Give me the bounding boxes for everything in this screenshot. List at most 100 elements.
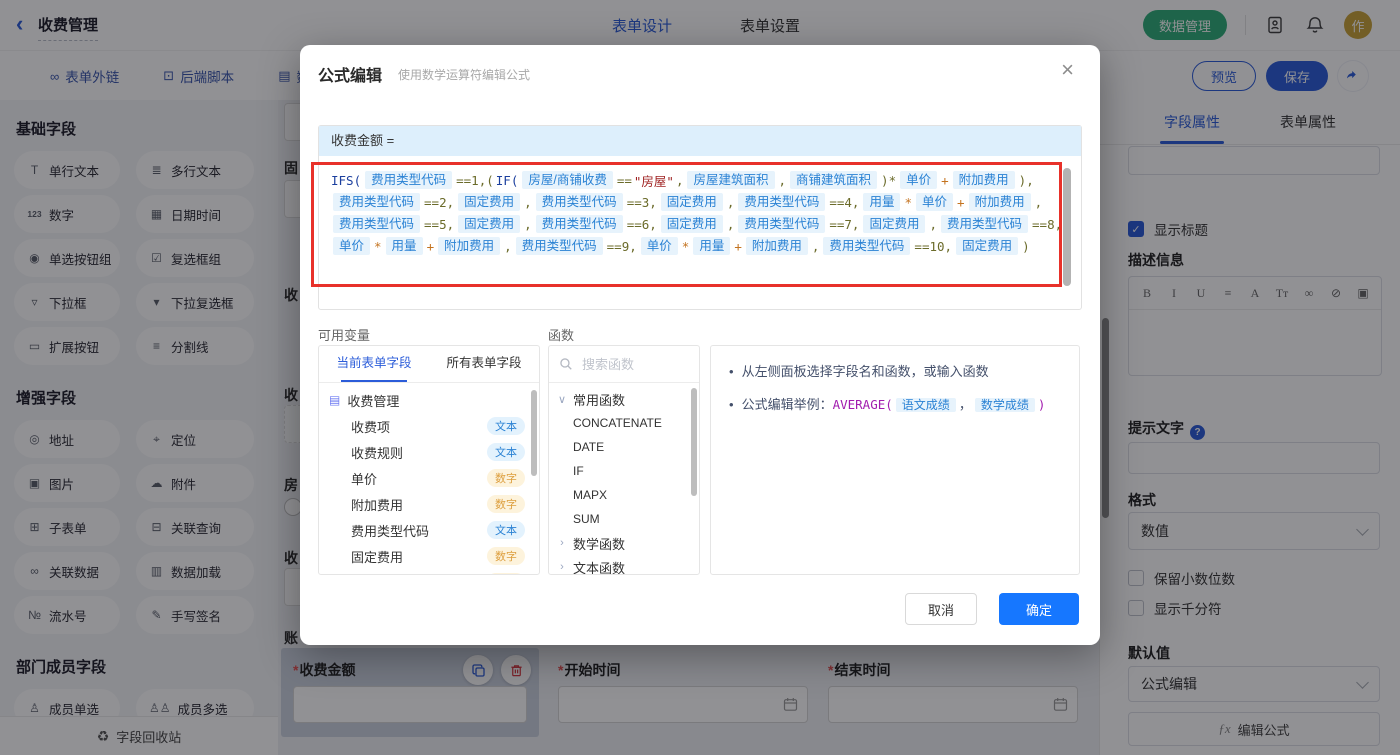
field-chip: 附加费用 [968,193,1031,211]
formula-editor: 收费金额 = IFS(费用类型代码 ==1,(IF(房屋/商铺收费 == "房屋", 房… [318,125,1082,310]
field-chip: 附加费用 [952,171,1015,189]
variable-name: 收费项 [351,419,391,435]
formula-input-area[interactable]: IFS(费用类型代码 ==1,(IF(房屋/商铺收费 == "房屋", 房屋建筑面积, 商… [319,156,1081,309]
function-search-input[interactable] [580,355,684,373]
formula-token: ==1,( [456,172,494,188]
variable-name: 单价 [351,471,378,487]
variable-row[interactable]: 附加费用 数字 [319,491,539,517]
field-chip: 固定费用 [956,237,1019,255]
formula-target: 收费金额 = [319,126,1081,156]
type-badge: 数字 [487,495,525,513]
variables-tabs: 当前表单字段 所有表单字段 [319,346,539,383]
formula-token: + [941,172,949,188]
function-group[interactable]: › 文本函数 [549,555,699,575]
variables-form-root[interactable]: ▤ 收费管理 [319,387,539,413]
form-icon: ▤ [329,393,341,407]
functions-panel: ∨ 常用函数 CONCATENATEDATEIFMAPXSUM › 数学函数 › 文本函数 [548,345,700,575]
field-chip: 费用类型代码 [365,171,453,189]
example-close: ) [1037,397,1046,412]
function-group-name: 数学函数 [573,536,626,552]
search-icon [560,358,572,370]
functions-scrollbar[interactable] [691,388,697,496]
formula-line: 单价 * 用量 + 附加费用, 费用类型代码 ==9, 单价 * 用量 + 附加费用, 费用类型代码 ==… [330,235,1069,257]
variable-row[interactable]: 收费项 文本 [319,413,539,439]
field-chip: 费用类型代码 [738,215,826,233]
field-chip: 单价 [916,193,954,211]
field-chip: 附加费用 [745,237,808,255]
functions-label: 函数 [548,328,575,343]
field-chip: 费用类型代码 [941,215,1029,233]
variable-row[interactable]: 固定费用 数字 [319,543,539,569]
formula-token: ) [1022,238,1030,254]
example-chip: 语文成绩 [895,398,956,412]
formula-token: , [524,194,532,210]
formula-token: , [524,216,532,232]
field-chip: 房屋建筑面积 [687,171,775,189]
formula-token: IF( [495,172,519,188]
chevron-right-icon: › [560,561,564,573]
formula-token: + [426,238,435,254]
variable-row[interactable]: 费用类型代码 文本 [319,517,539,543]
field-chip: 单价 [333,237,371,255]
close-icon[interactable]: × [1061,59,1074,81]
function-group[interactable]: › 数学函数 [549,531,699,555]
modal-title: 公式编辑 [318,68,383,85]
function-item[interactable]: MAPX [549,483,699,507]
field-chip: 固定费用 [660,215,723,233]
field-chip: 费用类型代码 [333,193,421,211]
formula-token: IFS( [331,172,362,188]
field-chip: 固定费用 [863,215,926,233]
formula-token: )* [881,172,897,188]
field-chip: 房屋/商铺收费 [522,171,613,189]
function-item[interactable]: CONCATENATE [549,411,699,435]
confirm-button[interactable]: 确定 [999,593,1079,625]
tip-example: 公式编辑举例：AVERAGE(语文成绩，数学成绩) [741,397,1046,412]
variable-row[interactable]: 单价 数字 [319,465,539,491]
formula-token: * [681,238,690,254]
function-item[interactable]: SUM [549,507,699,531]
field-chip: 费用类型代码 [535,215,623,233]
field-chip: 固定费用 [660,193,723,211]
type-badge: 文本 [487,521,525,539]
variable-name: 费用类型代码 [351,523,430,539]
variable-name: 用量 [351,573,377,575]
variables-panel: 当前表单字段 所有表单字段 ▤ 收费管理 收费项 文本 收费规则 文本 单价 数字 附加费用 数字… [318,345,540,575]
tab-all-form-fields[interactable]: 所有表单字段 [429,346,539,382]
formula-token: , [504,238,512,254]
editor-scrollbar[interactable] [1063,168,1071,286]
field-chip: 单价 [640,237,678,255]
function-item[interactable]: IF [549,459,699,483]
variable-name: 附加费用 [351,497,404,513]
example-chip: 数学成绩 [974,398,1035,412]
field-chip: 单价 [900,171,938,189]
field-chip: 用量 [385,237,423,255]
chevron-down-icon: ∨ [557,393,567,406]
field-chip: 商铺建筑面积 [790,171,878,189]
type-badge: 文本 [487,417,525,435]
function-group[interactable]: ∨ 常用函数 [549,387,699,411]
chevron-right-icon: › [560,537,564,549]
field-chip: 费用类型代码 [823,237,911,255]
field-chip: 费用类型代码 [515,237,603,255]
variable-row[interactable]: 用量 数字 [319,569,539,575]
function-item[interactable]: DATE [549,435,699,459]
formula-token: , [929,216,938,232]
variable-row[interactable]: 收费规则 文本 [319,439,539,465]
formula-token: ==4, [829,194,860,210]
formula-token: , [811,238,820,254]
formula-token: ==9, [606,238,637,254]
tab-current-form-fields[interactable]: 当前表单字段 [319,346,429,382]
tip-line: • 从左侧面板选择字段名和函数，或输入函数 [729,364,989,379]
example-function: AVERAGE( [832,397,893,412]
variables-scrollbar[interactable] [531,390,537,476]
field-chip: 用量 [863,193,901,211]
field-chip: 固定费用 [458,215,521,233]
cancel-button[interactable]: 取消 [905,593,977,625]
formula-token: * [374,238,382,254]
formula-token: ==5, [424,216,455,232]
formula-token: * [904,194,913,210]
variable-name: 固定费用 [351,549,404,565]
form-name: 收费管理 [347,393,400,409]
formula-token: , [778,172,787,188]
formula-token: + [734,238,742,254]
